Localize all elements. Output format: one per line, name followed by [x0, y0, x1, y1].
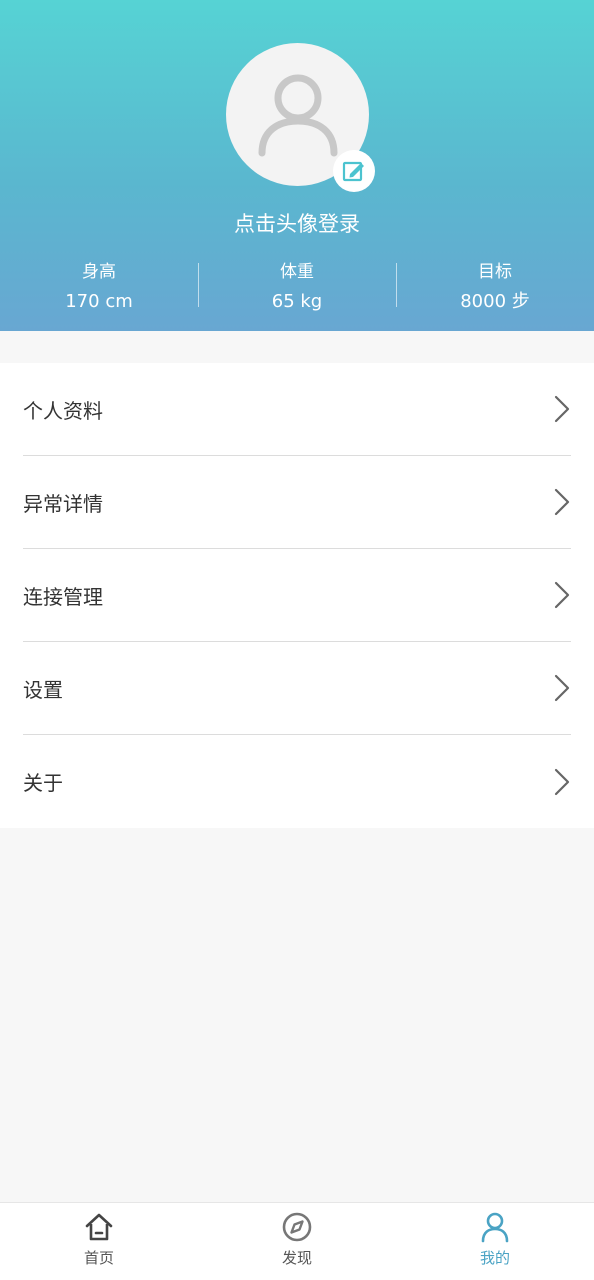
stat-weight: 体重 65 kg [198, 258, 396, 314]
menu-item-personal-info[interactable]: 个人资料 [23, 363, 571, 456]
nav-tab-home[interactable]: 首页 [0, 1203, 198, 1280]
menu-item-connection-management[interactable]: 连接管理 [23, 549, 571, 642]
person-placeholder-icon [258, 74, 337, 156]
stat-label: 目标 [478, 262, 512, 282]
menu-item-label: 异常详情 [23, 491, 103, 516]
menu-item-label: 设置 [23, 677, 63, 702]
menu-item-label: 个人资料 [23, 398, 103, 423]
stat-goal: 目标 8000 步 [396, 258, 594, 314]
menu-item-settings[interactable]: 设置 [23, 642, 571, 735]
bottom-navigation: 首页 发现 我的 [0, 1202, 594, 1280]
menu-item-anomaly-details[interactable]: 异常详情 [23, 456, 571, 549]
menu-item-about[interactable]: 关于 [23, 735, 571, 828]
chevron-right-icon [553, 580, 571, 610]
edit-icon [342, 161, 364, 182]
nav-tab-discover[interactable]: 发现 [198, 1203, 396, 1280]
stat-label: 体重 [280, 262, 314, 282]
profile-header: 点击头像登录 身高 170 cm 体重 65 kg 目标 8000 步 [0, 0, 594, 331]
stat-height: 身高 170 cm [0, 258, 198, 314]
chevron-right-icon [553, 673, 571, 703]
settings-menu: 个人资料 异常详情 连接管理 设置 关于 [0, 363, 594, 828]
chevron-right-icon [553, 394, 571, 424]
stat-value: 170 cm [65, 291, 133, 312]
avatar-wrapper[interactable] [226, 43, 375, 192]
chevron-right-icon [553, 767, 571, 797]
nav-tab-label: 发现 [281, 1249, 312, 1267]
chevron-right-icon [553, 487, 571, 517]
nav-tab-mine[interactable]: 我的 [396, 1203, 594, 1280]
menu-item-label: 关于 [23, 771, 63, 795]
stat-value: 8000 步 [460, 291, 530, 312]
stat-value: 65 kg [271, 291, 323, 312]
person-icon [481, 1212, 509, 1243]
login-prompt[interactable]: 点击头像登录 [0, 208, 594, 238]
compass-icon [282, 1212, 312, 1242]
nav-tab-label: 首页 [83, 1249, 114, 1267]
nav-tab-label: 我的 [479, 1249, 510, 1267]
home-icon [85, 1213, 113, 1241]
stat-label: 身高 [82, 262, 116, 282]
menu-item-label: 连接管理 [23, 584, 103, 609]
profile-page: 点击头像登录 身高 170 cm 体重 65 kg 目标 8000 步 个人资料 [0, 0, 594, 1280]
edit-avatar-button[interactable] [333, 150, 375, 192]
stats-row: 身高 170 cm 体重 65 kg 目标 8000 步 [0, 258, 594, 314]
